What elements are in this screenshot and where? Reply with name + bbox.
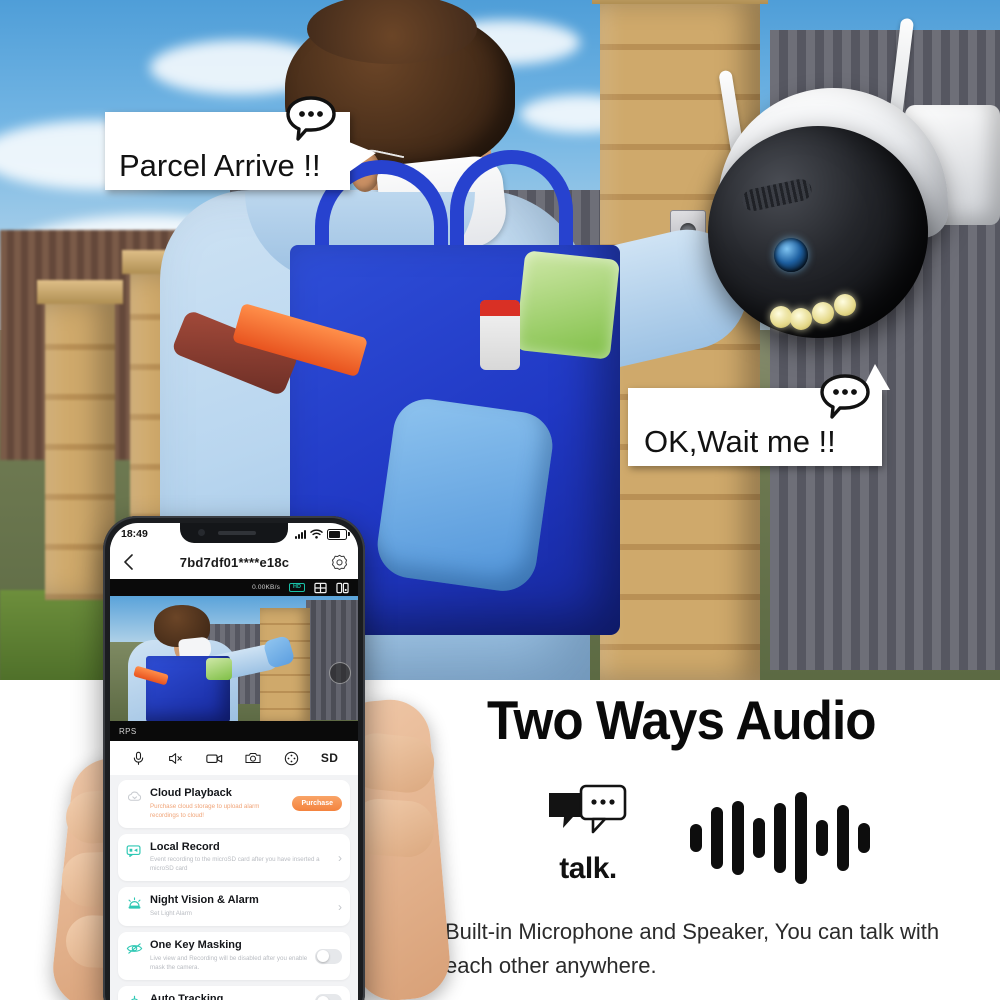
auto-tracking-toggle[interactable] [315,994,342,1000]
gear-icon[interactable] [331,554,348,571]
one-key-masking-toggle[interactable] [315,948,342,964]
camera-lens [774,238,808,272]
record-video-icon[interactable] [206,750,223,767]
purchase-button[interactable]: Purchase [292,796,342,812]
bubble-text: OK,Wait me !! [644,424,836,459]
video-watermark-bar: RPS [110,721,358,741]
chat-bubbles-icon [820,374,870,419]
split-screen-icon[interactable] [336,582,349,594]
watermark-label: RPS [119,726,137,736]
ir-sensor-strip [740,176,814,214]
list-item-local-record[interactable]: Local Record Event recording to the micr… [118,833,350,882]
list-item-title: Auto Tracking [150,992,224,1000]
vegetables [515,250,620,360]
glove-hand-holding-bag [373,394,557,596]
smartphone-mockup: 18:49 7bd7df01****e18c 0.00KB/s HD RPS S… [103,516,365,1000]
speaker-muted-icon[interactable] [168,750,185,767]
list-item-title: Cloud Playback [150,787,232,799]
tagline-text: Built-in Microphone and Speaker, You can… [445,919,940,979]
zoom-icon[interactable] [329,662,351,684]
talk-logo: talk. [540,783,636,886]
front-camera-icon [198,529,205,536]
bottle [480,300,520,370]
list-item-subtitle: Live view and Recording will be disabled… [150,954,308,971]
back-arrow-icon[interactable] [120,553,138,571]
audio-waveform-icon [690,790,870,885]
list-item-subtitle: Event recording to the microSD card afte… [150,856,320,873]
list-item-title: One Key Masking [150,939,242,952]
status-time: 18:49 [121,528,148,540]
eye-off-icon [126,943,143,954]
app-navigation-bar: 7bd7df01****e18c [110,545,358,579]
ptz-dome-camera [700,17,1000,360]
list-item-subtitle: Set Light Alarm [150,910,192,918]
list-item-title: Night Vision & Alarm [150,894,259,907]
talk-label: talk. [559,852,617,885]
settings-list: Cloud Playback Purchase cloud storage to… [110,775,358,1000]
alarm-light-icon [128,897,141,910]
device-id-title: 7bd7df01****e18c [179,554,290,570]
talk-bubbles-icon [549,784,627,834]
chat-bubbles-icon [286,96,336,141]
speech-bubble-parcel: Parcel Arrive !! [105,96,376,190]
bubble-text: Parcel Arrive !! [119,148,321,183]
camera-dome [708,126,928,338]
phone-notch [180,523,288,543]
list-item-cloud-playback[interactable]: Cloud Playback Purchase cloud storage to… [118,780,350,828]
microphone-icon[interactable] [130,750,147,767]
battery-icon [327,528,350,540]
page-title: Two Ways Audio [487,689,877,751]
signal-icon [295,529,306,539]
list-item-auto-tracking[interactable]: Auto Tracking [118,985,350,1000]
auto-tracking-icon [130,995,139,1000]
list-item-title: Local Record [150,840,220,853]
led-spotlights [770,294,890,330]
marketing-banner: Parcel Arrive !! OK,Wait me !! 18:49 7bd… [0,0,1000,1000]
chevron-right-icon: › [338,850,342,865]
live-video-preview[interactable] [110,596,358,721]
bubble-tail [349,142,376,172]
earpiece-speaker [218,531,256,535]
sd-record-icon [126,845,141,857]
chevron-right-icon: › [338,899,342,914]
list-item-night-vision-alarm[interactable]: Night Vision & Alarm Set Light Alarm › [118,887,350,927]
cloud-icon [127,791,142,801]
list-item-one-key-masking[interactable]: One Key Masking Live view and Recording … [118,932,350,980]
snapshot-camera-icon[interactable] [244,750,261,767]
wifi-icon [310,529,323,539]
ptz-direction-icon[interactable] [283,750,300,767]
sd-quality-button[interactable]: SD [321,751,338,765]
speech-bubble-ok-wait: OK,Wait me !! [628,364,890,466]
quality-badge-hd[interactable]: HD [289,582,305,593]
phone-screen: 18:49 7bd7df01****e18c 0.00KB/s HD RPS S… [110,523,358,1000]
list-item-subtitle: Purchase cloud storage to upload alarm r… [150,802,260,819]
grid-icon[interactable] [314,582,327,594]
video-toolbar: 0.00KB/s HD [110,579,358,596]
camera-control-bar: SD [110,741,358,775]
bitrate-label: 0.00KB/s [252,584,281,591]
